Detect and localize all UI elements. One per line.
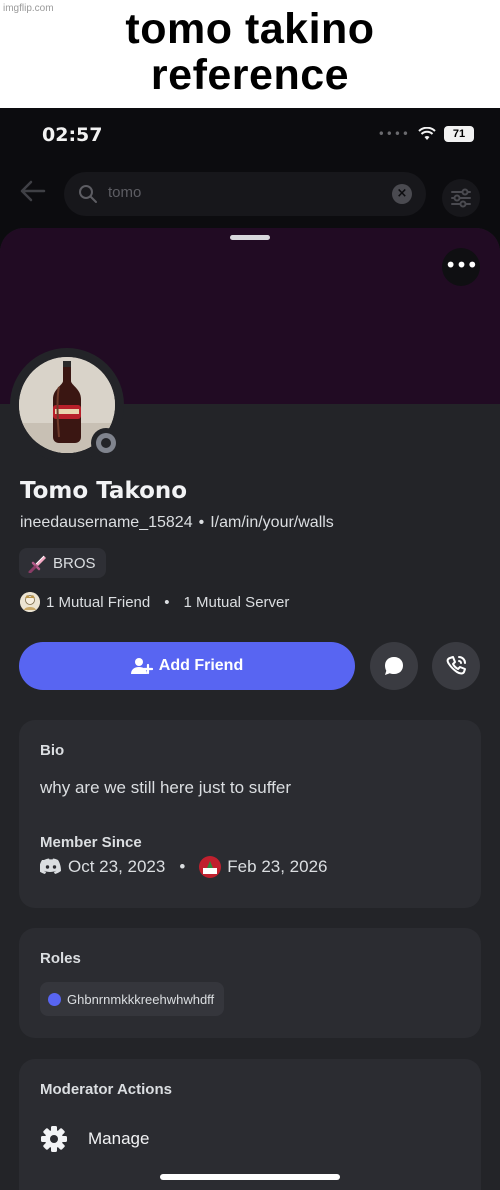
- mutuals-line: 1 Mutual Friend • 1 Mutual Server: [20, 592, 289, 612]
- meme-caption-area: imgflip.com tomo takino reference: [0, 0, 500, 108]
- more-options-button[interactable]: •••: [442, 248, 480, 286]
- signal-icon: ••••: [377, 127, 410, 141]
- search-input[interactable]: tomo ×: [64, 172, 426, 216]
- role-label: Ghbnrnmkkkreehwhwhdff: [67, 991, 215, 1007]
- phone-screen: 02:57 •••• 71 tomo × ••• Tomo Takono ine…: [0, 108, 500, 1190]
- filter-icon: [451, 188, 471, 208]
- offline-status-icon: [96, 433, 116, 453]
- discord-icon: [40, 858, 61, 874]
- pronouns: I/am/in/your/walls: [210, 514, 334, 531]
- username-line: ineedausername_15824 • I/am/in/your/walls: [20, 514, 334, 532]
- moderator-title: Moderator Actions: [40, 1081, 172, 1098]
- bio-text: why are we still here just to suffer: [40, 778, 292, 797]
- discord-join-date: Oct 23, 2023: [68, 857, 166, 876]
- bio-card: Bio why are we still here just to suffer…: [19, 720, 481, 908]
- separator: •: [198, 514, 205, 531]
- battery-indicator: 71: [444, 126, 474, 142]
- back-arrow-icon[interactable]: [20, 180, 46, 202]
- sword-icon: [28, 555, 46, 573]
- display-name: Tomo Takono: [20, 478, 188, 504]
- add-friend-button[interactable]: Add Friend: [19, 642, 355, 690]
- clear-icon[interactable]: ×: [392, 184, 412, 204]
- add-friend-label: Add Friend: [158, 657, 244, 674]
- member-since-separator: •: [179, 857, 186, 876]
- phone-call-icon: [446, 656, 466, 675]
- mutual-separator: •: [164, 593, 170, 611]
- member-since-line: Oct 23, 2023 • Feb 23, 2026: [40, 856, 328, 878]
- manage-label: Manage: [88, 1129, 150, 1148]
- filter-button[interactable]: [442, 179, 480, 217]
- meme-caption: tomo takino reference: [0, 6, 500, 98]
- roles-title: Roles: [40, 950, 81, 967]
- home-indicator[interactable]: [160, 1174, 340, 1180]
- status-indicators: •••• 71: [378, 126, 474, 142]
- search-query: tomo: [108, 184, 142, 201]
- chat-bubble-icon: [385, 657, 403, 675]
- server-icon: [199, 856, 222, 878]
- roles-card: Roles Ghbnrnmkkkreehwhwhdff: [19, 928, 481, 1038]
- profile-sheet: ••• Tomo Takono ineedausername_15824 • I/a…: [0, 228, 500, 1190]
- manage-row[interactable]: Manage: [40, 1125, 149, 1153]
- mutual-friend-avatar[interactable]: [20, 592, 40, 612]
- wifi-icon: [418, 127, 436, 140]
- moderator-card: Moderator Actions Manage: [19, 1059, 481, 1190]
- drag-handle[interactable]: [230, 235, 270, 240]
- server-join-date: Feb 23, 2026: [227, 857, 328, 876]
- server-tag[interactable]: BROS: [19, 548, 106, 578]
- add-friend-icon: [130, 658, 153, 675]
- gear-icon: [41, 1126, 67, 1152]
- caption-line-1: tomo takino: [125, 5, 375, 53]
- server-tag-label: BROS: [53, 554, 96, 572]
- status-indicator: [91, 428, 121, 458]
- member-since-title: Member Since: [40, 834, 142, 851]
- message-button[interactable]: [370, 642, 418, 690]
- username: ineedausername_15824: [20, 514, 193, 531]
- status-time: 02:57: [42, 124, 103, 146]
- role-color-dot: [48, 992, 61, 1006]
- mutual-friends-link[interactable]: 1 Mutual Friend: [46, 594, 150, 611]
- call-button[interactable]: [432, 642, 480, 690]
- bio-title: Bio: [40, 742, 65, 759]
- role-chip[interactable]: Ghbnrnmkkkreehwhwhdff: [40, 982, 225, 1016]
- mutual-servers-link[interactable]: 1 Mutual Server: [183, 594, 289, 611]
- caption-line-2: reference: [150, 51, 350, 99]
- search-icon: [79, 185, 97, 203]
